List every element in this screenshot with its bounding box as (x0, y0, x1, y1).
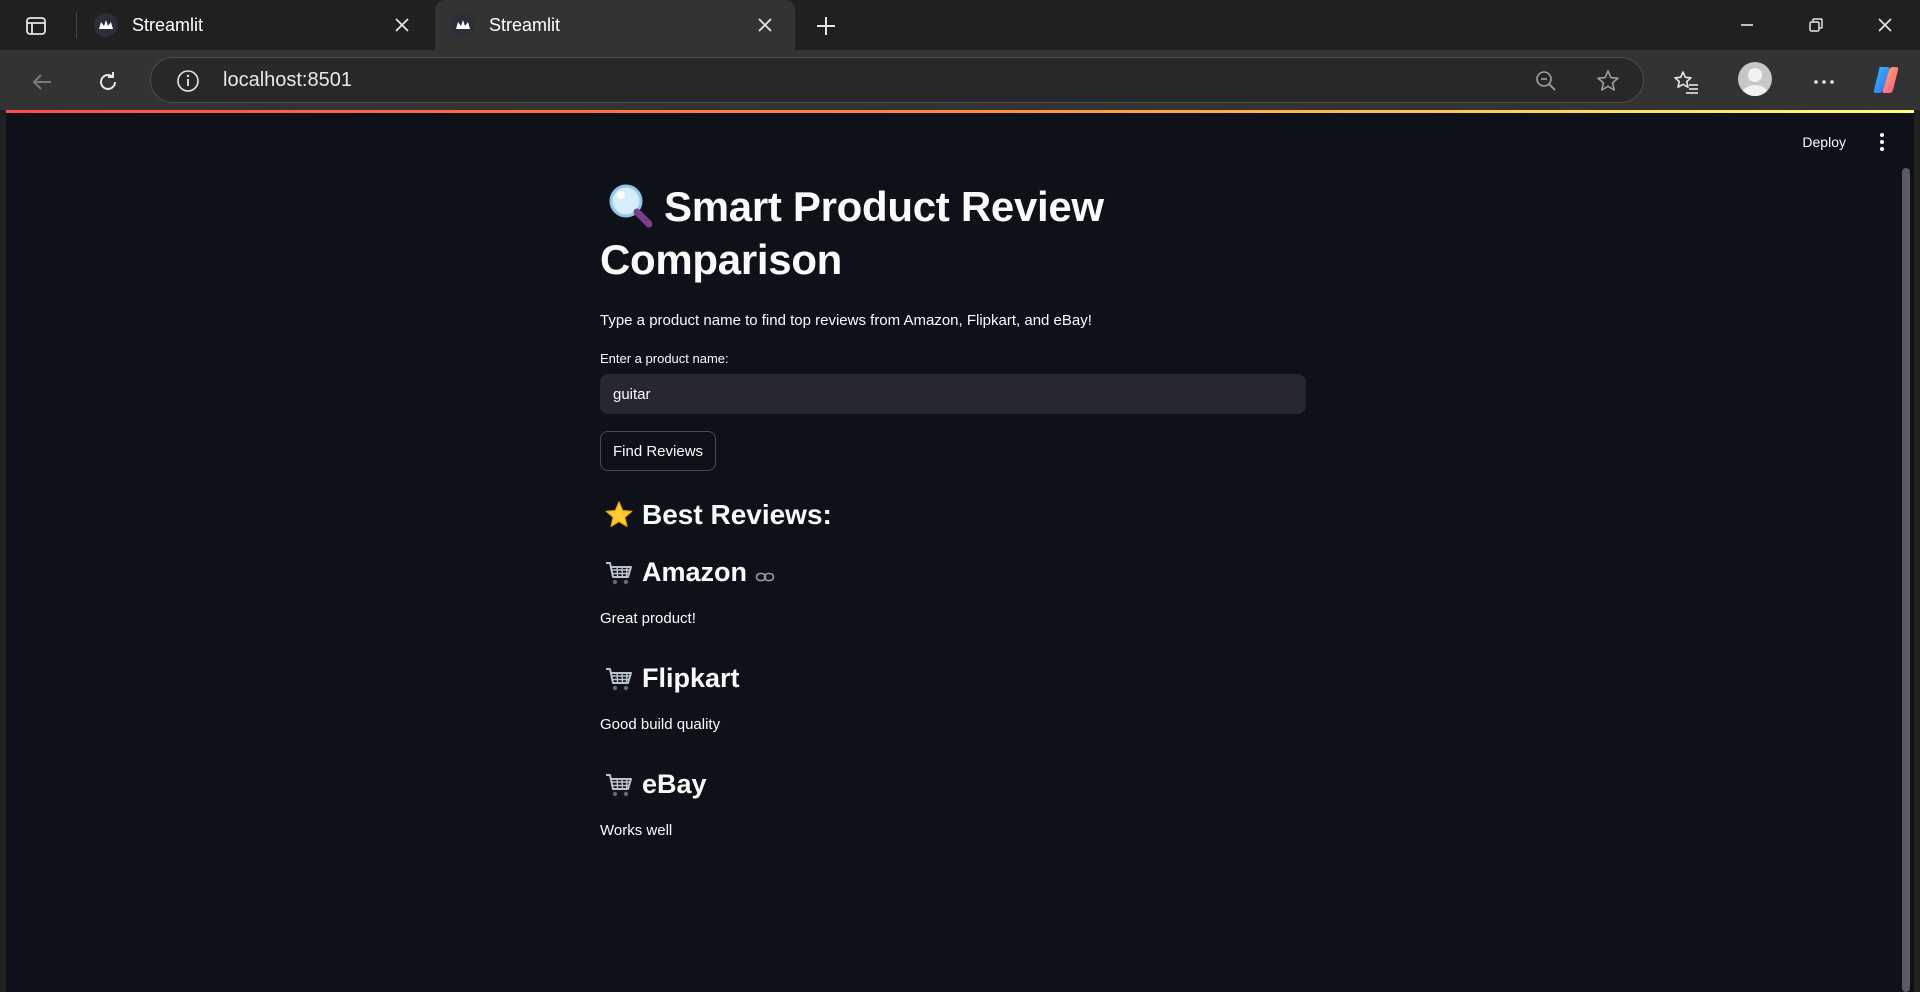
tab-separator (76, 12, 77, 38)
source-name: eBay (642, 769, 707, 799)
close-window-icon[interactable] (1862, 8, 1908, 42)
streamlit-app: Deploy Smart Product Review Comparison T… (6, 110, 1914, 992)
new-tab-icon[interactable] (810, 10, 842, 42)
minimize-icon[interactable] (1724, 8, 1770, 42)
scrollbar[interactable] (1902, 168, 1910, 992)
source-heading-ebay: eBay (600, 769, 1310, 800)
close-tab-icon[interactable] (388, 11, 416, 39)
browser-tab-1[interactable]: Streamlit (78, 0, 432, 50)
product-input-label: Enter a product name: (600, 351, 729, 366)
favorites-icon[interactable] (1666, 62, 1706, 102)
streamlit-favicon-icon (451, 13, 475, 37)
review-text: Good build quality (600, 716, 721, 733)
address-bar[interactable]: localhost:8501 (150, 57, 1644, 103)
source-name: Amazon (642, 557, 748, 587)
page-title-text: Smart Product Review Comparison (600, 183, 1104, 283)
browser-tabbar: Streamlit Streamlit (0, 0, 1920, 50)
shopping-cart-icon (604, 664, 634, 694)
best-reviews-heading-text: Best Reviews: (642, 499, 832, 530)
source-heading-flipkart: Flipkart (600, 663, 1310, 694)
restore-icon[interactable] (1793, 8, 1839, 42)
find-reviews-button[interactable]: Find Reviews (600, 431, 717, 471)
url-text[interactable]: localhost:8501 (223, 58, 352, 102)
copilot-icon[interactable] (1870, 64, 1902, 96)
favorite-star-icon[interactable] (1593, 66, 1623, 96)
magnifying-glass-icon (606, 181, 654, 229)
page-subtitle: Type a product name to find top reviews … (600, 312, 1092, 329)
tab-title: Streamlit (132, 14, 204, 35)
close-tab-icon[interactable] (751, 11, 779, 39)
zoom-out-icon[interactable] (1531, 66, 1561, 96)
main-menu-icon[interactable] (1870, 128, 1894, 156)
source-name: Flipkart (642, 663, 740, 693)
reload-icon[interactable] (88, 62, 128, 102)
tab-title: Streamlit (489, 14, 561, 35)
best-reviews-heading: Best Reviews: (600, 499, 1310, 531)
site-info-icon[interactable] (173, 66, 203, 96)
browser-tab-2[interactable]: Streamlit (435, 0, 795, 50)
review-text: Great product! (600, 610, 696, 627)
shopping-cart-icon (604, 558, 634, 588)
main-content: Smart Product Review Comparison Type a p… (600, 180, 1310, 839)
profile-avatar-icon[interactable] (1738, 62, 1772, 96)
source-heading-amazon: Amazon (600, 557, 1310, 588)
star-icon (604, 500, 634, 530)
streamlit-favicon-icon (94, 13, 118, 37)
deploy-button[interactable]: Deploy (1796, 130, 1852, 154)
product-name-input[interactable] (600, 374, 1306, 414)
shopping-cart-icon (604, 770, 634, 800)
review-text: Works well (600, 822, 673, 839)
page-title: Smart Product Review Comparison (600, 180, 1310, 286)
tab-actions-icon[interactable] (14, 12, 58, 40)
back-arrow-icon[interactable] (22, 62, 62, 102)
link-icon[interactable] (755, 563, 775, 583)
browser-toolbar: localhost:8501 (0, 50, 1920, 110)
app-decoration-bar (6, 110, 1914, 113)
more-options-icon[interactable] (1804, 62, 1844, 102)
